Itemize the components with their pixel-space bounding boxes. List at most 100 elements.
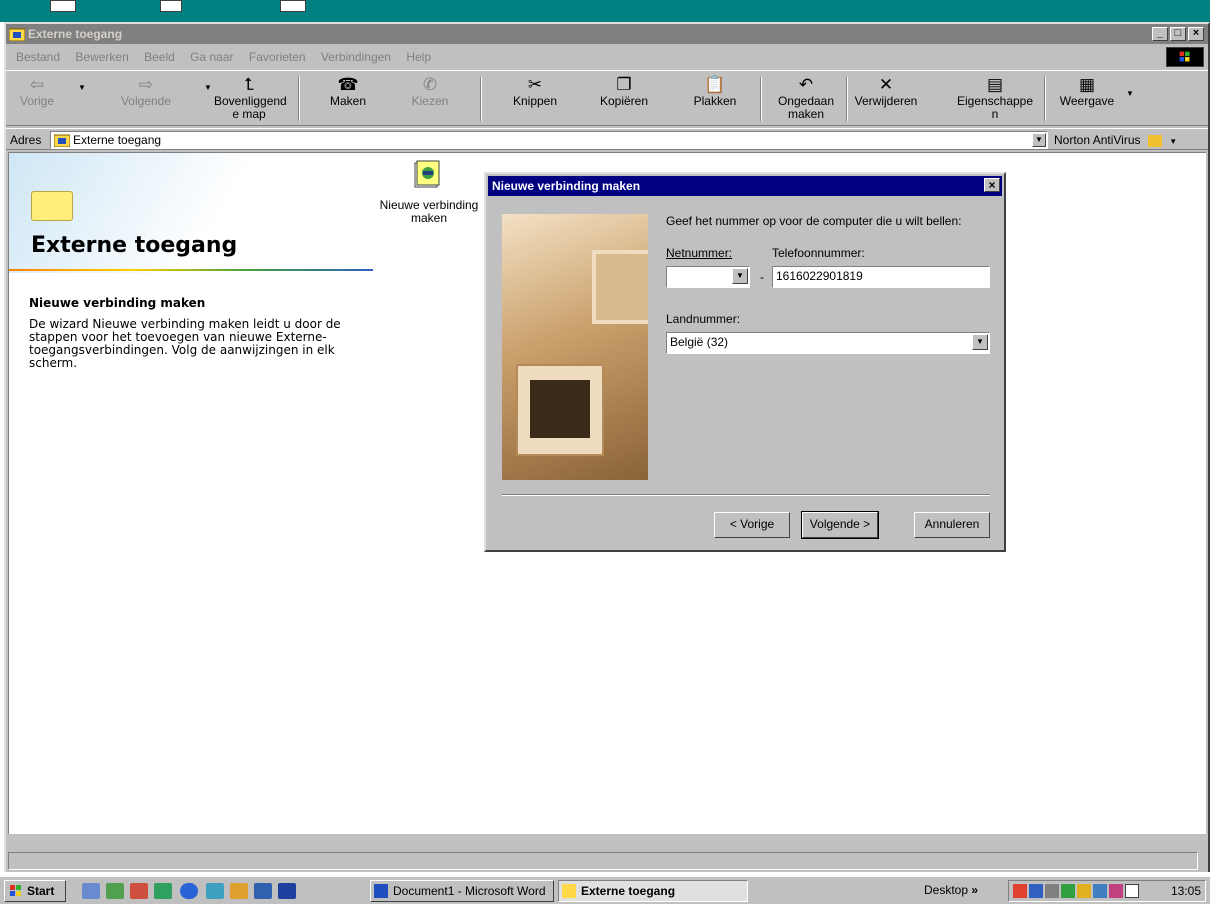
properties-icon: ▤ [986, 75, 1004, 94]
taskbar-item-externe-toegang[interactable]: Externe toegang [558, 880, 748, 902]
norton-dropdown-icon[interactable]: ▼ [1169, 137, 1177, 146]
address-value: Externe toegang [73, 133, 162, 147]
forward-button[interactable]: ⇨ Volgende [114, 75, 178, 123]
calendar-icon[interactable] [1125, 884, 1139, 898]
dialup-folder-icon [562, 884, 576, 898]
quicklaunch-icon[interactable] [82, 883, 100, 899]
menu-bewerken[interactable]: Bewerken [69, 46, 134, 68]
dialog-separator [502, 494, 990, 496]
desktop-icon[interactable] [160, 0, 182, 12]
dial-phone-icon: ✆ [422, 75, 438, 94]
monitor-illustration [592, 250, 648, 324]
country-dropdown-icon[interactable]: ▼ [972, 334, 988, 350]
back-dropdown-icon[interactable]: ▼ [78, 83, 86, 92]
start-button[interactable]: Start [4, 880, 66, 902]
menu-ga-naar[interactable]: Ga naar [184, 46, 239, 68]
quicklaunch-icon[interactable] [130, 883, 148, 899]
new-connection-item[interactable]: Nieuwe verbinding maken [369, 153, 489, 243]
internet-explorer-icon[interactable] [180, 883, 198, 899]
paste-button[interactable]: 📋 Plakken [688, 75, 742, 123]
clock[interactable]: 13:05 [1171, 884, 1201, 898]
up-folder-button[interactable]: ⮤ Bovenliggend e map [214, 75, 287, 123]
undo-button[interactable]: ↶ Ongedaan maken [776, 75, 836, 123]
delete-button[interactable]: ✕ Verwijderen [852, 75, 920, 123]
tray-icon[interactable] [1093, 884, 1107, 898]
selected-item-title: Nieuwe verbinding maken [29, 296, 206, 310]
area-code-combobox[interactable]: ▼ [666, 266, 750, 288]
quicklaunch-icon[interactable] [230, 883, 248, 899]
folder-icon [31, 191, 73, 221]
tray-icon[interactable] [1061, 884, 1075, 898]
minimize-button[interactable]: _ [1152, 27, 1168, 41]
views-dropdown-icon[interactable]: ▼ [1126, 89, 1134, 98]
wizard-illustration [502, 214, 648, 480]
quicklaunch-icon[interactable] [154, 883, 172, 899]
cut-button[interactable]: ✂ Knippen [508, 75, 562, 123]
area-code-label: Netnummer: [666, 246, 733, 260]
close-button[interactable]: × [1188, 27, 1204, 41]
address-label: Adres [10, 133, 42, 147]
norton-antivirus-toolbar[interactable]: Norton AntiVirus ▼ [1054, 133, 1177, 147]
dialog-title-bar[interactable]: Nieuwe verbinding maken × [488, 176, 1002, 196]
toolbar-separator [298, 77, 300, 121]
copy-button[interactable]: ❐ Kopiëren [594, 75, 654, 123]
address-input[interactable]: Externe toegang ▼ [50, 131, 1048, 149]
tray-icon[interactable] [1077, 884, 1091, 898]
dialup-folder-icon [54, 134, 70, 147]
address-dropdown-button[interactable]: ▼ [1032, 133, 1046, 147]
views-grid-icon: ▦ [1078, 75, 1096, 94]
maximize-button[interactable]: □ [1170, 27, 1186, 41]
desktop-icon[interactable] [50, 0, 76, 12]
menu-verbindingen[interactable]: Verbindingen [315, 46, 397, 68]
back-button[interactable]: ⇦ Vorige [12, 75, 62, 123]
toolbar-separator [480, 77, 482, 121]
dialup-folder-icon [9, 28, 25, 41]
desktop-icon[interactable] [280, 0, 306, 12]
phone-number-label: Telefoonnummer: [772, 246, 865, 260]
country-code-select[interactable]: België (32) ▼ [666, 332, 990, 354]
toolbar-separator [846, 77, 848, 121]
menu-bestand[interactable]: Bestand [10, 46, 66, 68]
dialog-close-button[interactable]: × [984, 178, 1000, 192]
paste-clipboard-icon: 📋 [704, 75, 726, 94]
norton-icon [1147, 134, 1162, 147]
menu-bar: Bestand Bewerken Beeld Ga naar Favoriete… [6, 46, 1208, 68]
forward-arrow-icon: ⇨ [138, 75, 154, 94]
menu-favorieten[interactable]: Favorieten [243, 46, 312, 68]
tray-icon[interactable] [1013, 884, 1027, 898]
quicklaunch-icon[interactable] [254, 883, 272, 899]
desktop-toolbar[interactable]: Desktop » [924, 883, 978, 897]
windows-flag-icon [10, 885, 21, 896]
window-title-bar[interactable]: Externe toegang _ □ × [6, 24, 1208, 44]
chevron-right-icon[interactable]: » [971, 883, 978, 897]
phone-number-input[interactable]: 1616022901819 [772, 266, 990, 288]
scissors-icon: ✂ [527, 75, 543, 94]
next-wizard-button[interactable]: Volgende > [801, 511, 879, 539]
copy-icon: ❐ [616, 75, 632, 94]
standard-toolbar: ⇦ Vorige ▼ ⇨ Volgende ▼ ⮤ Bovenliggend e… [6, 70, 1208, 126]
views-button[interactable]: ▦ Weergave [1056, 75, 1118, 123]
tray-icon[interactable] [1109, 884, 1123, 898]
menu-beeld[interactable]: Beeld [138, 46, 181, 68]
quicklaunch-icon[interactable] [106, 883, 124, 899]
webview-banner: Externe toegang [9, 153, 389, 273]
taskbar-item-word[interactable]: Document1 - Microsoft Word [370, 880, 554, 902]
monitor-illustration [516, 364, 604, 456]
word-icon[interactable] [278, 883, 296, 899]
status-pane [8, 852, 1198, 870]
dial-button[interactable]: ✆ Kiezen [404, 75, 456, 123]
properties-button[interactable]: ▤ Eigenschappe n [952, 75, 1038, 123]
window-title: Externe toegang [28, 27, 123, 41]
dialog-instruction: Geef het nummer op voor de computer die … [666, 214, 962, 228]
area-code-dropdown-icon[interactable]: ▼ [732, 268, 748, 284]
forward-dropdown-icon[interactable]: ▼ [204, 83, 212, 92]
windows-logo-icon [1166, 47, 1204, 67]
quicklaunch-icon[interactable] [206, 883, 224, 899]
cancel-wizard-button[interactable]: Annuleren [914, 512, 990, 538]
toolbar-separator [760, 77, 762, 121]
tray-icon[interactable] [1029, 884, 1043, 898]
back-wizard-button[interactable]: < Vorige [714, 512, 790, 538]
speaker-icon[interactable] [1045, 884, 1059, 898]
create-button[interactable]: ☎ Maken [322, 75, 374, 123]
menu-help[interactable]: Help [400, 46, 437, 68]
